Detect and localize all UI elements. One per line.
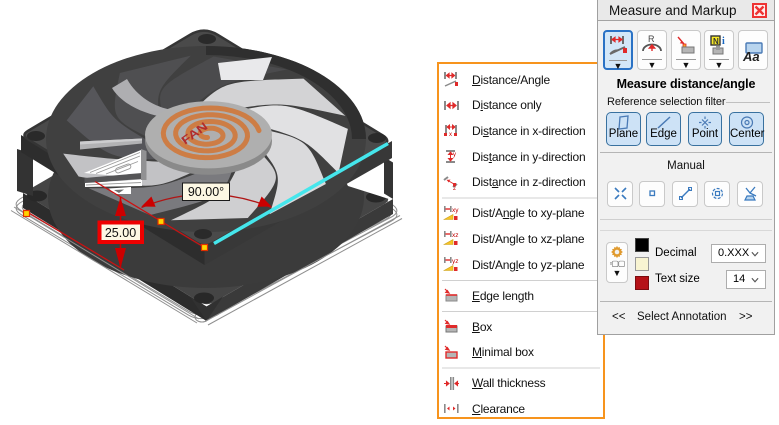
svg-text:z: z [453, 186, 456, 191]
svg-text:25.00: 25.00 [105, 226, 136, 240]
svg-text:xz: xz [452, 232, 459, 239]
svg-text:x: x [449, 132, 452, 138]
svg-text:N: N [713, 37, 719, 46]
svg-text:Aa: Aa [742, 49, 760, 64]
svg-text:y: y [453, 152, 456, 158]
svg-text:yz: yz [452, 258, 459, 265]
svg-text:i: i [722, 36, 725, 47]
svg-text:90.00°: 90.00° [188, 185, 224, 199]
svg-text:xy: xy [452, 207, 459, 214]
svg-text:R: R [648, 34, 655, 44]
